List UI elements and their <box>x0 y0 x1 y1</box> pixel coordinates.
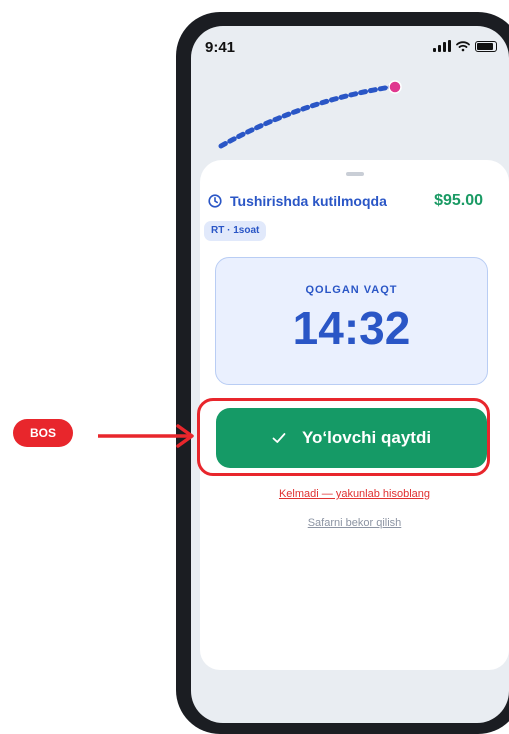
phone-screen: 9:41 Tushirishda kutilmoqda $95.00 RT · … <box>191 26 509 723</box>
destination-pin <box>388 80 402 94</box>
sheet-grabber[interactable] <box>346 172 364 176</box>
ride-tag: RT · 1soat <box>204 221 267 241</box>
clock-icon <box>208 194 222 208</box>
map-route <box>218 80 402 149</box>
annotation-arrow-icon <box>98 424 194 448</box>
route-line <box>218 84 394 149</box>
finish-and-bill-link[interactable]: Kelmadi — yakunlab hisoblang <box>200 488 509 500</box>
annotation-badge: BOS <box>13 419 73 447</box>
timer-card: QOLGAN VAQT 14:32 <box>215 257 488 385</box>
ride-status: Tushirishda kutilmoqda <box>208 193 387 209</box>
cancel-trip-link[interactable]: Safarni bekor qilish <box>200 517 509 529</box>
ride-price: $95.00 <box>434 192 483 209</box>
timer-label: QOLGAN VAQT <box>305 284 398 296</box>
annotation-highlight <box>197 398 490 476</box>
timer-value: 14:32 <box>292 302 411 354</box>
ride-status-text: Tushirishda kutilmoqda <box>230 193 387 209</box>
